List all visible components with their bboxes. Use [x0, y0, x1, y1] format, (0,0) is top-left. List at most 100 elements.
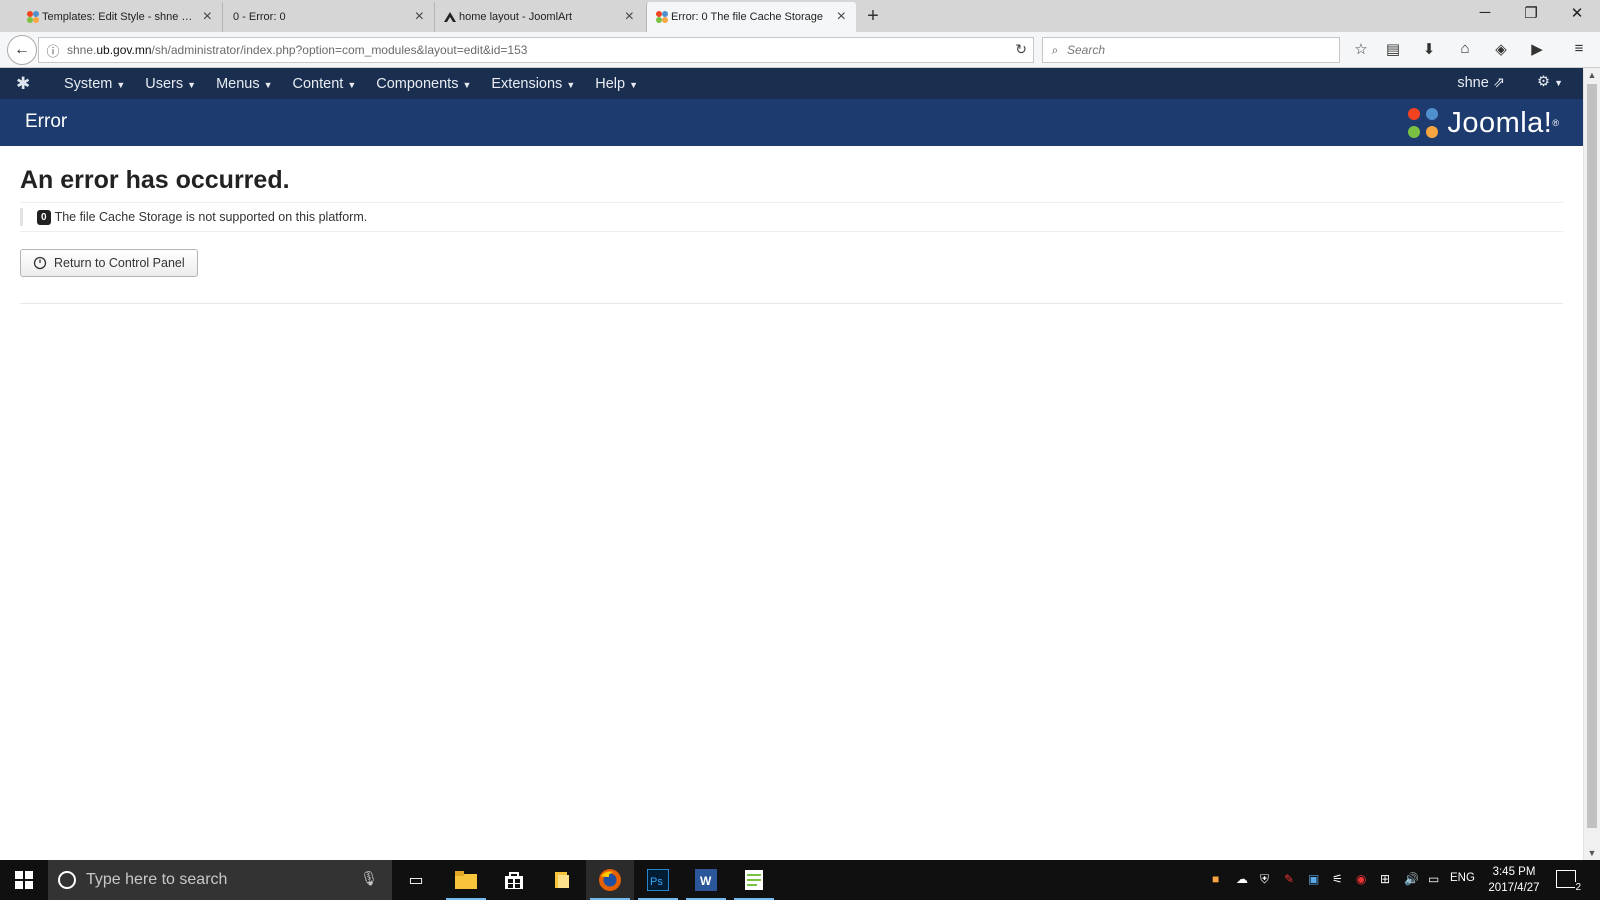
action-center-button[interactable]: 2: [1556, 870, 1581, 893]
brand-text: Joomla!: [1447, 106, 1553, 139]
close-tab-icon[interactable]: ×: [837, 9, 846, 25]
folder-icon: [455, 871, 477, 889]
caret-down-icon: ▼: [263, 79, 273, 90]
display-icon[interactable]: ▭: [1428, 872, 1439, 886]
site-link[interactable]: shne ⇗: [1457, 75, 1505, 91]
download-icon[interactable]: ⬇: [1418, 40, 1440, 58]
browser-search-input[interactable]: ⌕ Search: [1042, 37, 1340, 63]
menu-label: Help: [595, 75, 626, 92]
store-button[interactable]: [490, 860, 538, 900]
scroll-up-icon[interactable]: ▲: [1584, 70, 1600, 80]
close-tab-icon[interactable]: ×: [625, 9, 634, 25]
return-to-control-panel-button[interactable]: Return to Control Panel: [20, 249, 198, 277]
pocket-icon[interactable]: ◈: [1490, 40, 1512, 58]
svg-text:W: W: [700, 874, 712, 888]
menu-users[interactable]: Users ▼: [145, 76, 196, 92]
files-icon: [555, 872, 569, 888]
taskbar-search-placeholder: Type here to search: [86, 871, 228, 888]
joomla-favicon-icon: [656, 11, 668, 23]
word-icon: W: [695, 869, 717, 891]
photoshop-button[interactable]: Ps: [634, 860, 682, 900]
shield-icon[interactable]: ⛨: [1260, 872, 1269, 887]
bookmark-star-icon[interactable]: ☆: [1350, 40, 1372, 58]
files-app-button[interactable]: [538, 860, 586, 900]
network-icon[interactable]: ⊞: [1380, 872, 1390, 886]
new-tab-button[interactable]: +: [862, 5, 884, 28]
close-tab-icon[interactable]: ×: [415, 9, 424, 25]
onedrive-cloud-icon[interactable]: ☁: [1236, 872, 1248, 886]
scroll-down-icon[interactable]: ▼: [1584, 848, 1600, 858]
notepad-plus-button[interactable]: [730, 860, 778, 900]
menu-menus[interactable]: Menus ▼: [216, 76, 272, 92]
tab-title: 0 - Error: 0: [233, 11, 286, 23]
back-button[interactable]: ←: [7, 35, 37, 65]
reading-list-icon[interactable]: ▤: [1382, 40, 1404, 58]
tray-screen-icon[interactable]: ▣: [1308, 872, 1319, 886]
search-placeholder: Search: [1067, 43, 1106, 57]
menu-system[interactable]: System ▼: [64, 76, 125, 92]
menu-label: Extensions: [491, 75, 563, 92]
word-button[interactable]: W: [682, 860, 730, 900]
joomla-admin-menu: ✱ System ▼ Users ▼ Menus ▼ Content ▼ Compone…: [0, 68, 1583, 99]
tray-app-icon[interactable]: ■: [1212, 872, 1219, 886]
menu-label: Menus: [216, 75, 260, 92]
address-bar[interactable]: ⓘ shne. ub.gov.mn/sh/administrator/index.…: [38, 37, 1034, 63]
gear-icon: ⚙: [1537, 74, 1551, 90]
browser-toolbar: ← ⓘ shne. ub.gov.mn/sh/administrator/inde…: [0, 32, 1600, 68]
browser-tab-joomlart[interactable]: home layout - JoomlArt ×: [434, 2, 644, 32]
clock-date: 2017/4/27: [1488, 882, 1540, 894]
browser-tab-cache-error[interactable]: Error: 0 The file Cache Storage ×: [646, 2, 856, 32]
taskbar-search-box[interactable]: Type here to search 🎙: [48, 860, 392, 900]
menu-extensions[interactable]: Extensions ▼: [491, 76, 575, 92]
joomla-logo-icon[interactable]: ✱: [16, 74, 52, 94]
return-button-label: Return to Control Panel: [54, 256, 185, 270]
user-menu-toggle[interactable]: ⚙ ▼: [1537, 74, 1563, 90]
antivirus-icon[interactable]: ◉: [1356, 872, 1366, 886]
windows-logo-icon: [15, 871, 33, 889]
close-window-icon[interactable]: ✕: [1554, 4, 1600, 22]
caret-down-icon: ▼: [1554, 78, 1563, 88]
windows-taskbar: Type here to search 🎙 ▭ Ps W ■ ☁ ⛨ ✎ ▣ ⚟…: [0, 860, 1600, 900]
microphone-icon[interactable]: 🎙: [360, 870, 378, 887]
file-explorer-button[interactable]: [442, 860, 490, 900]
wifi-icon[interactable]: ⚟: [1332, 872, 1343, 886]
notification-count: 2: [1575, 882, 1581, 893]
start-button[interactable]: [0, 860, 48, 900]
joomla-mark-icon: [1408, 108, 1439, 138]
scroll-thumb[interactable]: [1587, 84, 1597, 828]
registered-mark-icon: ®: [1552, 118, 1559, 128]
youtube-icon[interactable]: ▶: [1526, 40, 1548, 58]
photoshop-icon: Ps: [647, 869, 669, 891]
tray-tool-icon[interactable]: ✎: [1284, 872, 1294, 886]
site-info-icon[interactable]: ⓘ: [39, 41, 67, 60]
task-view-button[interactable]: ▭: [392, 860, 440, 900]
browser-tab-templates[interactable]: Templates: Edit Style - shne - A ×: [18, 2, 222, 32]
system-clock[interactable]: 3:45 PM 2017/4/27: [1478, 864, 1550, 896]
url-path: /sh/administrator/index.php?option=com_m…: [151, 43, 528, 57]
volume-icon[interactable]: 🔊: [1404, 872, 1419, 886]
menu-help[interactable]: Help ▼: [595, 76, 638, 92]
firefox-button[interactable]: [586, 860, 634, 900]
close-tab-icon[interactable]: ×: [203, 9, 212, 25]
firefox-icon: [599, 869, 621, 891]
content-divider: [20, 303, 1563, 304]
home-icon[interactable]: ⌂: [1454, 40, 1476, 57]
blockquote-bar: [20, 208, 23, 226]
caret-down-icon: ▼: [116, 79, 126, 90]
caret-down-icon: ▼: [629, 79, 638, 90]
hamburger-menu-icon[interactable]: ≡: [1568, 40, 1590, 57]
page-scrollbar[interactable]: ▲ ▼: [1583, 68, 1600, 860]
browser-tab-error-0[interactable]: 0 - Error: 0 ×: [222, 2, 434, 32]
menu-content[interactable]: Content ▼: [293, 76, 357, 92]
menu-label: Content: [292, 75, 344, 92]
browser-tab-strip: Templates: Edit Style - shne - A × 0 - E…: [0, 0, 1600, 32]
error-heading: An error has occurred.: [20, 166, 290, 194]
task-view-icon: ▭: [408, 872, 424, 889]
menu-components[interactable]: Components ▼: [376, 76, 471, 92]
tab-title: Templates: Edit Style - shne - A: [42, 11, 195, 23]
error-message: The file Cache Storage is not supported …: [54, 210, 368, 224]
restore-window-icon[interactable]: ❐: [1508, 4, 1554, 22]
minimize-window-icon[interactable]: ─: [1462, 4, 1508, 21]
input-language[interactable]: ENG: [1450, 872, 1475, 884]
reload-icon[interactable]: ↻: [1015, 41, 1027, 58]
